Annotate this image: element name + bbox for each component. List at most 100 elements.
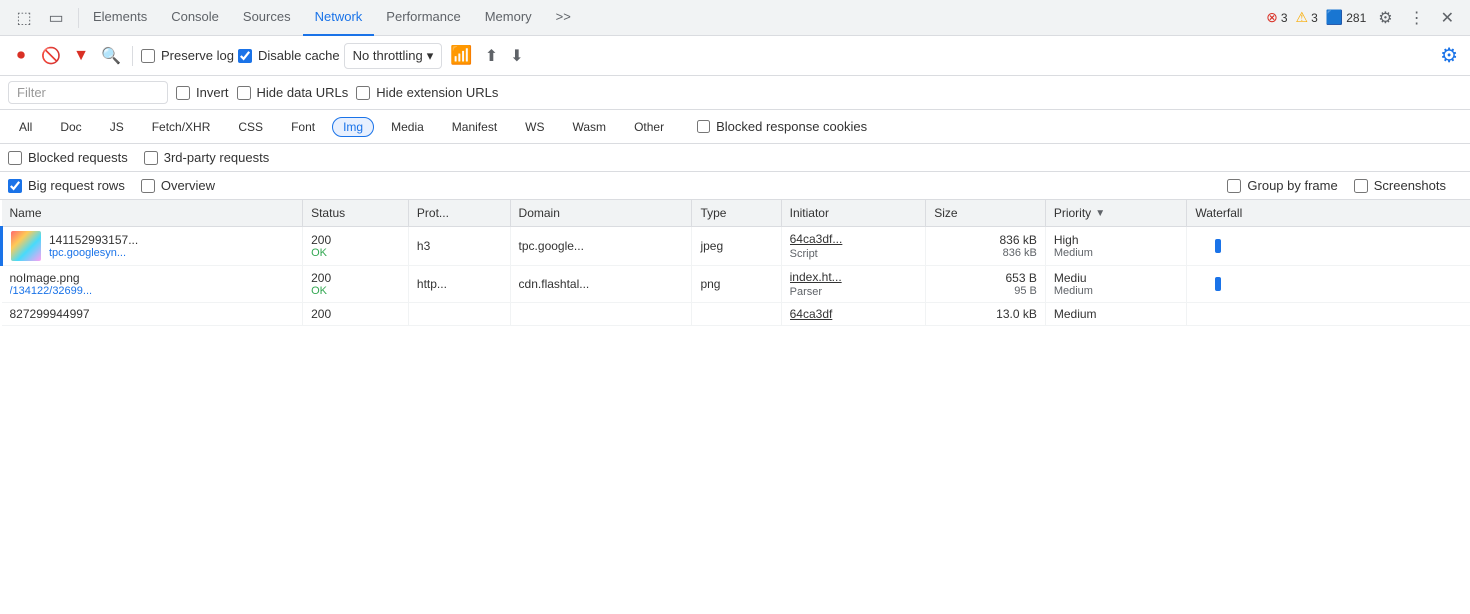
tab-memory[interactable]: Memory bbox=[473, 0, 544, 36]
initiator-link[interactable]: 64ca3df... bbox=[790, 232, 890, 246]
type-btn-media[interactable]: Media bbox=[380, 117, 435, 137]
tab-more[interactable]: >> bbox=[544, 0, 583, 36]
warning-badge[interactable]: ⚠ 3 bbox=[1296, 9, 1318, 26]
table-row[interactable]: 827299944997 200 64ca3df 13.0 kB bbox=[2, 303, 1470, 326]
screenshots-label[interactable]: Screenshots bbox=[1354, 178, 1446, 193]
tab-console[interactable]: Console bbox=[159, 0, 231, 36]
group-by-frame-label[interactable]: Group by frame bbox=[1227, 178, 1337, 193]
col-size[interactable]: Size bbox=[926, 200, 1046, 227]
waterfall-bar bbox=[1215, 239, 1221, 253]
initiator-link[interactable]: 64ca3df bbox=[790, 307, 890, 321]
type-btn-font[interactable]: Font bbox=[280, 117, 326, 137]
big-request-rows-checkbox[interactable] bbox=[8, 179, 22, 193]
group-by-frame-checkbox[interactable] bbox=[1227, 179, 1241, 193]
hide-ext-urls-label[interactable]: Hide extension URLs bbox=[356, 85, 498, 100]
info-badge[interactable]: 🟦 281 bbox=[1326, 9, 1366, 26]
type-btn-css[interactable]: CSS bbox=[227, 117, 274, 137]
tab-performance[interactable]: Performance bbox=[374, 0, 472, 36]
col-name[interactable]: Name bbox=[2, 200, 303, 227]
network-settings-icon[interactable]: ⚙ bbox=[1436, 39, 1462, 72]
filter-input[interactable] bbox=[8, 81, 168, 104]
type-btn-ws[interactable]: WS bbox=[514, 117, 555, 137]
header-row: Name Status Prot... Domain Type Initiato… bbox=[2, 200, 1470, 227]
options2-left: Big request rows Overview bbox=[8, 178, 215, 193]
tab-separator bbox=[78, 8, 79, 28]
blocked-cookies-checkbox[interactable] bbox=[697, 120, 710, 133]
blocked-cookies-label[interactable]: Blocked response cookies bbox=[697, 119, 867, 134]
tab-bar-right: ⊗ 3 ⚠ 3 🟦 281 ⚙ ⋮ ✕ bbox=[1258, 4, 1466, 32]
type-btn-fetchxhr[interactable]: Fetch/XHR bbox=[141, 117, 222, 137]
type-btn-manifest[interactable]: Manifest bbox=[441, 117, 508, 137]
col-protocol[interactable]: Prot... bbox=[408, 200, 510, 227]
network-table: Name Status Prot... Domain Type Initiato… bbox=[0, 200, 1470, 326]
name-primary: noImage.png bbox=[10, 271, 93, 285]
overview-checkbox[interactable] bbox=[141, 179, 155, 193]
waterfall-bar bbox=[1215, 277, 1221, 291]
search-button[interactable]: 🔍 bbox=[98, 43, 124, 69]
preserve-log-checkbox[interactable] bbox=[141, 49, 155, 63]
type-btn-js[interactable]: JS bbox=[99, 117, 135, 137]
type-btn-wasm[interactable]: Wasm bbox=[562, 117, 618, 137]
hide-data-urls-label[interactable]: Hide data URLs bbox=[237, 85, 349, 100]
col-status[interactable]: Status bbox=[303, 200, 409, 227]
preserve-log-label[interactable]: Preserve log bbox=[141, 48, 234, 63]
device-icon[interactable]: ▭ bbox=[42, 4, 70, 32]
third-party-label[interactable]: 3rd-party requests bbox=[144, 150, 270, 165]
toolbar-icons: ⬚ ▭ bbox=[4, 4, 76, 32]
cell-protocol bbox=[408, 303, 510, 326]
disable-cache-checkbox[interactable] bbox=[238, 49, 252, 63]
close-devtools-icon[interactable]: ✕ bbox=[1437, 4, 1458, 32]
blocked-requests-checkbox[interactable] bbox=[8, 151, 22, 165]
waterfall-cell bbox=[1195, 239, 1462, 253]
screenshots-checkbox[interactable] bbox=[1354, 179, 1368, 193]
options-row2: Big request rows Overview Group by frame… bbox=[0, 172, 1470, 200]
col-type[interactable]: Type bbox=[692, 200, 781, 227]
table-body: 141152993157... tpc.googlesyn... 200 OK … bbox=[2, 227, 1470, 326]
hide-data-urls-checkbox[interactable] bbox=[237, 86, 251, 100]
disable-cache-label[interactable]: Disable cache bbox=[238, 48, 340, 63]
type-btn-img[interactable]: Img bbox=[332, 117, 374, 137]
cell-type: png bbox=[692, 266, 781, 303]
big-request-rows-label[interactable]: Big request rows bbox=[8, 178, 125, 193]
tab-network[interactable]: Network bbox=[303, 0, 375, 36]
filter-toggle-button[interactable]: ▼ bbox=[68, 43, 94, 69]
cursor-icon[interactable]: ⬚ bbox=[10, 4, 38, 32]
initiator-link[interactable]: index.ht... bbox=[790, 270, 890, 284]
table-row[interactable]: noImage.png /134122/32699... 200 OK http… bbox=[2, 266, 1470, 303]
col-priority[interactable]: Priority ▼ bbox=[1045, 200, 1187, 227]
blocked-requests-label[interactable]: Blocked requests bbox=[8, 150, 128, 165]
type-btn-all[interactable]: All bbox=[8, 117, 43, 137]
invert-checkbox[interactable] bbox=[176, 86, 190, 100]
settings-gear-icon[interactable]: ⚙ bbox=[1374, 4, 1396, 32]
warning-triangle-icon: ⚠ bbox=[1296, 9, 1309, 26]
clear-button[interactable]: 🚫 bbox=[38, 43, 64, 69]
more-options-icon[interactable]: ⋮ bbox=[1405, 4, 1429, 32]
throttle-select[interactable]: No throttling ▾ bbox=[344, 43, 443, 69]
type-btn-doc[interactable]: Doc bbox=[49, 117, 92, 137]
upload-icon[interactable]: ⬆ bbox=[481, 42, 502, 70]
tab-sources[interactable]: Sources bbox=[231, 0, 303, 36]
table-row[interactable]: 141152993157... tpc.googlesyn... 200 OK … bbox=[2, 227, 1470, 266]
cell-initiator: 64ca3df bbox=[781, 303, 926, 326]
thumb-image bbox=[11, 231, 41, 261]
col-initiator[interactable]: Initiator bbox=[781, 200, 926, 227]
name-cell: noImage.png /134122/32699... bbox=[10, 271, 295, 297]
invert-label[interactable]: Invert bbox=[176, 85, 229, 100]
hide-ext-urls-checkbox[interactable] bbox=[356, 86, 370, 100]
wifi-icon[interactable]: 📶 bbox=[446, 41, 476, 70]
record-button[interactable]: ⏺ bbox=[8, 43, 34, 69]
cell-priority: Mediu Medium bbox=[1045, 266, 1187, 303]
tab-elements[interactable]: Elements bbox=[81, 0, 159, 36]
cell-waterfall bbox=[1187, 303, 1470, 326]
cell-waterfall bbox=[1187, 266, 1470, 303]
table-header: Name Status Prot... Domain Type Initiato… bbox=[2, 200, 1470, 227]
initiator-sub: Parser bbox=[790, 286, 822, 298]
third-party-checkbox[interactable] bbox=[144, 151, 158, 165]
col-domain[interactable]: Domain bbox=[510, 200, 692, 227]
col-waterfall[interactable]: Waterfall bbox=[1187, 200, 1470, 227]
overview-label[interactable]: Overview bbox=[141, 178, 215, 193]
type-btn-other[interactable]: Other bbox=[623, 117, 675, 137]
cell-status: 200 bbox=[303, 303, 409, 326]
download-icon[interactable]: ⬇ bbox=[506, 42, 527, 70]
error-badge[interactable]: ⊗ 3 bbox=[1266, 9, 1287, 26]
